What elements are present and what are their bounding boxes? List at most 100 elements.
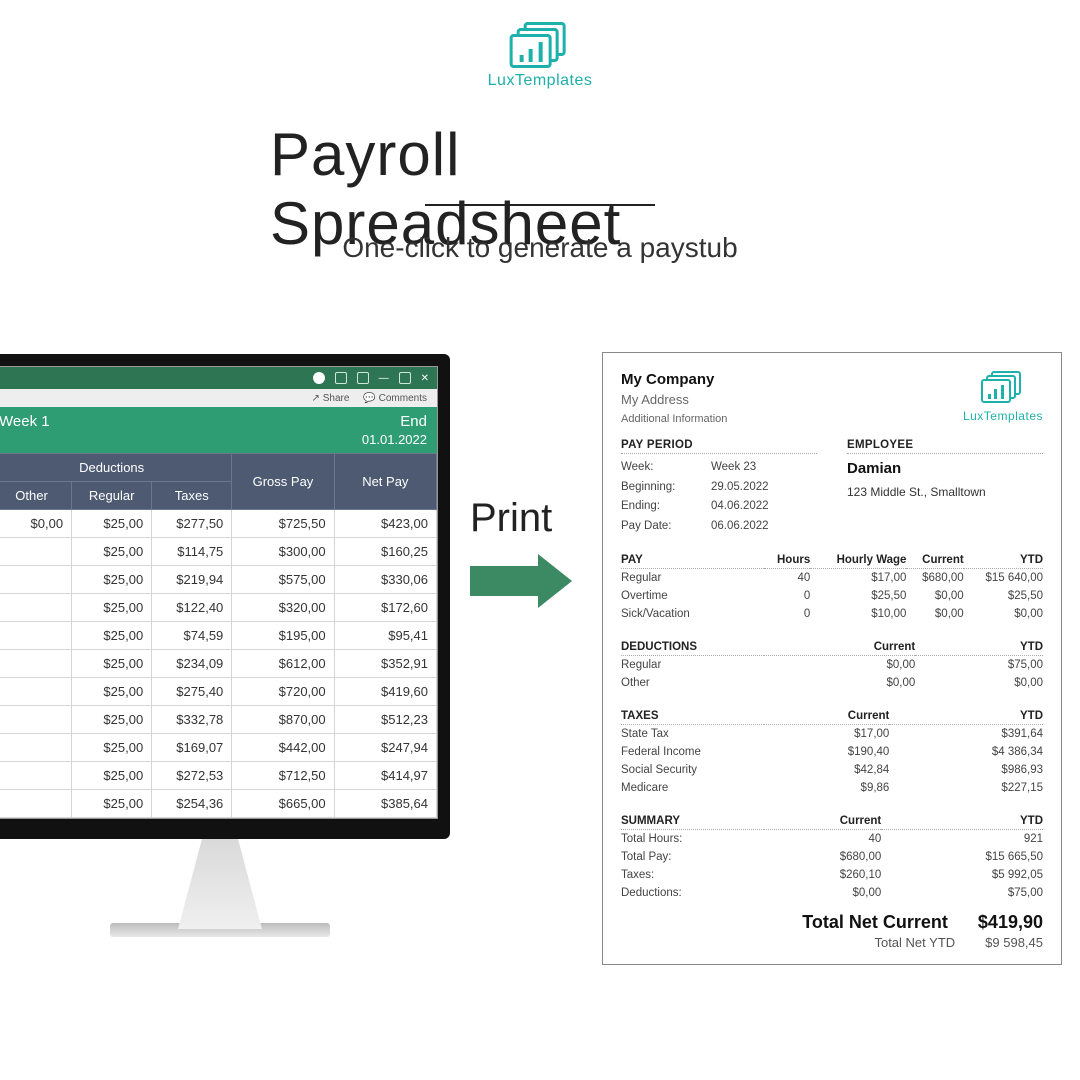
cell[interactable]: $512,23 bbox=[334, 706, 436, 734]
net-ytd-label: Total Net YTD bbox=[874, 935, 955, 950]
brand-name: LuxTemplates bbox=[488, 72, 593, 90]
cell[interactable]: $25,00 bbox=[72, 622, 152, 650]
cell[interactable]: $712,50 bbox=[232, 762, 334, 790]
title-underline bbox=[425, 204, 655, 206]
cell[interactable]: $74,59 bbox=[152, 622, 232, 650]
logo-icon bbox=[510, 22, 570, 68]
paystub: My Company My Address Additional Informa… bbox=[602, 352, 1062, 965]
cell[interactable]: $25,00 bbox=[72, 566, 152, 594]
cell[interactable] bbox=[0, 762, 72, 790]
employee-address: 123 Middle St., Smalltown bbox=[847, 485, 1043, 499]
employee-name: Damian bbox=[847, 460, 1043, 477]
cell[interactable]: $720,00 bbox=[232, 678, 334, 706]
cell[interactable]: $25,00 bbox=[72, 734, 152, 762]
pay-period-title: PAY PERIOD bbox=[621, 439, 817, 454]
cell[interactable] bbox=[0, 650, 72, 678]
arrow-icon bbox=[470, 554, 580, 608]
net-ytd-value: $9 598,45 bbox=[985, 935, 1043, 950]
cell[interactable]: $25,00 bbox=[72, 650, 152, 678]
cell[interactable]: $122,40 bbox=[152, 594, 232, 622]
cell[interactable]: $352,91 bbox=[334, 650, 436, 678]
cell[interactable] bbox=[0, 622, 72, 650]
cell[interactable]: $25,00 bbox=[72, 790, 152, 818]
cell[interactable]: $442,00 bbox=[232, 734, 334, 762]
cell[interactable]: $725,50 bbox=[232, 510, 334, 538]
cell[interactable]: $277,50 bbox=[152, 510, 232, 538]
net-current-label: Total Net Current bbox=[802, 912, 948, 933]
cell[interactable]: $870,00 bbox=[232, 706, 334, 734]
cell[interactable]: $275,40 bbox=[152, 678, 232, 706]
cell[interactable]: $114,75 bbox=[152, 538, 232, 566]
employee-title: EMPLOYEE bbox=[847, 439, 1043, 454]
premium-icon bbox=[335, 372, 347, 384]
cell[interactable] bbox=[0, 538, 72, 566]
end-date: 01.01.2022 bbox=[0, 432, 437, 453]
col-regular: Regular bbox=[72, 482, 152, 510]
cell[interactable]: $169,07 bbox=[152, 734, 232, 762]
window-titlebar: — ✕ bbox=[0, 367, 437, 389]
cell[interactable]: $300,00 bbox=[232, 538, 334, 566]
cell[interactable]: $665,00 bbox=[232, 790, 334, 818]
monitor-mockup: — ✕ ↗ Share 💬 Comments Week 1 End 01.01.… bbox=[0, 354, 450, 937]
cell[interactable]: $0,00 bbox=[0, 510, 72, 538]
share-button[interactable]: ↗ Share bbox=[312, 393, 350, 404]
account-icon bbox=[313, 372, 325, 384]
ribbon: ↗ Share 💬 Comments bbox=[0, 389, 437, 407]
cell[interactable] bbox=[0, 790, 72, 818]
cell[interactable]: $160,25 bbox=[334, 538, 436, 566]
col-group-deductions: Deductions bbox=[0, 454, 232, 482]
print-label: Print bbox=[470, 496, 552, 541]
cell[interactable]: $247,94 bbox=[334, 734, 436, 762]
minimize-icon[interactable]: — bbox=[379, 373, 389, 384]
maximize-icon[interactable] bbox=[399, 372, 411, 384]
brand-logo: LuxTemplates bbox=[488, 22, 593, 90]
cell[interactable]: $254,36 bbox=[152, 790, 232, 818]
page-subtitle: One-click to generate a paystub bbox=[342, 232, 737, 264]
end-label: End bbox=[400, 413, 427, 430]
cell[interactable]: $320,00 bbox=[232, 594, 334, 622]
cell[interactable]: $423,00 bbox=[334, 510, 436, 538]
cell[interactable]: $25,00 bbox=[72, 678, 152, 706]
cell[interactable] bbox=[0, 706, 72, 734]
cell[interactable]: $25,00 bbox=[72, 510, 152, 538]
cell[interactable]: $385,64 bbox=[334, 790, 436, 818]
cell[interactable]: $612,00 bbox=[232, 650, 334, 678]
cell[interactable] bbox=[0, 678, 72, 706]
cell[interactable]: $272,53 bbox=[152, 762, 232, 790]
col-gross: Gross Pay bbox=[232, 454, 334, 510]
cell[interactable]: $219,94 bbox=[152, 566, 232, 594]
ribbon-options-icon bbox=[357, 372, 369, 384]
net-current-value: $419,90 bbox=[978, 912, 1043, 933]
spreadsheet-table: Deductions Gross Pay Net Pay Other Regul… bbox=[0, 453, 437, 818]
taxes-table: TAXES Current YTD State Tax$17,00$391,64… bbox=[621, 706, 1043, 797]
paystub-logo: LuxTemplates bbox=[963, 371, 1043, 423]
spreadsheet-screen: — ✕ ↗ Share 💬 Comments Week 1 End 01.01.… bbox=[0, 366, 438, 819]
cell[interactable]: $330,06 bbox=[334, 566, 436, 594]
comments-button[interactable]: 💬 Comments bbox=[363, 393, 427, 404]
summary-table: SUMMARY Current YTD Total Hours:40921Tot… bbox=[621, 811, 1043, 902]
cell[interactable]: $25,00 bbox=[72, 538, 152, 566]
week-label: Week 1 bbox=[0, 413, 50, 430]
cell[interactable]: $25,00 bbox=[72, 706, 152, 734]
col-taxes: Taxes bbox=[152, 482, 232, 510]
cell[interactable] bbox=[0, 594, 72, 622]
cell[interactable]: $234,09 bbox=[152, 650, 232, 678]
cell[interactable]: $25,00 bbox=[72, 762, 152, 790]
col-other: Other bbox=[0, 482, 72, 510]
cell[interactable]: $172,60 bbox=[334, 594, 436, 622]
col-net: Net Pay bbox=[334, 454, 436, 510]
company-address: My Address bbox=[621, 392, 727, 407]
cell[interactable]: $95,41 bbox=[334, 622, 436, 650]
cell[interactable]: $195,00 bbox=[232, 622, 334, 650]
cell[interactable]: $419,60 bbox=[334, 678, 436, 706]
close-icon[interactable]: ✕ bbox=[421, 373, 429, 384]
cell[interactable]: $332,78 bbox=[152, 706, 232, 734]
cell[interactable]: $414,97 bbox=[334, 762, 436, 790]
cell[interactable] bbox=[0, 734, 72, 762]
cell[interactable]: $575,00 bbox=[232, 566, 334, 594]
deductions-table: DEDUCTIONS Current YTD Regular$0,00$75,0… bbox=[621, 637, 1043, 692]
cell[interactable] bbox=[0, 566, 72, 594]
cell[interactable]: $25,00 bbox=[72, 594, 152, 622]
company-name: My Company bbox=[621, 371, 727, 388]
company-extra: Additional Information bbox=[621, 413, 727, 425]
